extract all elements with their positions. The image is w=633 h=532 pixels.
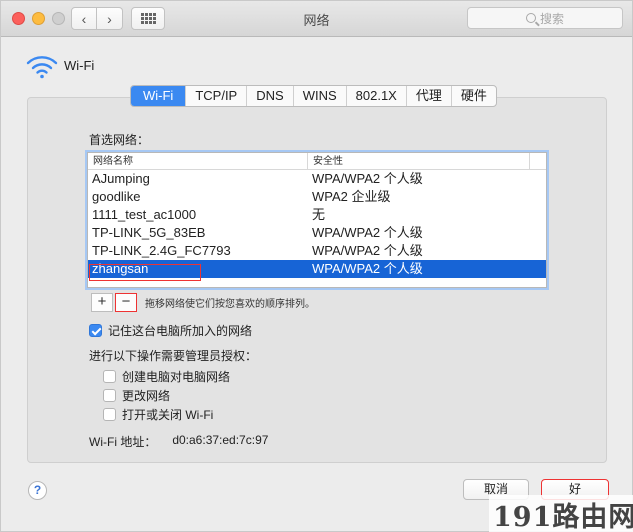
add-network-button[interactable]: +: [91, 293, 113, 312]
admin-option-change-network[interactable]: 更改网络: [103, 387, 170, 404]
table-row[interactable]: AJumping WPA/WPA2 个人级: [88, 170, 546, 188]
table-row[interactable]: TP-LINK_5G_83EB WPA/WPA2 个人级: [88, 224, 546, 242]
network-name-cell: TP-LINK_2.4G_FC7793: [92, 243, 231, 258]
search-icon: [525, 13, 536, 23]
create-network-label: 创建电脑对电脑网络: [122, 370, 231, 384]
search-placeholder: 搜索: [539, 11, 564, 26]
security-cell: WPA/WPA2 个人级: [312, 261, 423, 276]
create-network-checkbox[interactable]: [103, 370, 116, 383]
tab-hardware[interactable]: 硬件: [452, 86, 496, 106]
tab-proxy[interactable]: 代理: [407, 86, 452, 106]
table-row-selected[interactable]: zhangsan WPA/WPA2 个人级: [88, 260, 546, 278]
remember-networks-label: 记住这台电脑所加入的网络: [108, 324, 253, 338]
toggle-wifi-checkbox[interactable]: [103, 408, 116, 421]
tab-tcpip[interactable]: TCP/IP: [186, 86, 248, 106]
column-header-spacer: [530, 153, 546, 170]
tab-dns[interactable]: DNS: [247, 86, 294, 106]
reorder-hint: 拖移网络使它们按您喜欢的顺序排列。: [145, 299, 315, 310]
network-name-cell: TP-LINK_5G_83EB: [92, 225, 206, 240]
remember-networks-checkbox[interactable]: [89, 324, 102, 337]
wifi-address: Wi-Fi 地址： d0:a6:37:ed:7c:97: [89, 433, 268, 450]
tab-wifi[interactable]: Wi-Fi: [131, 86, 187, 106]
security-cell: WPA2 企业级: [312, 189, 391, 204]
table-header: 网络名称 安全性: [88, 153, 546, 170]
title-bar: ‹ › 网络 搜索: [1, 1, 632, 37]
table-row[interactable]: TP-LINK_2.4G_FC7793 WPA/WPA2 个人级: [88, 242, 546, 260]
tab-wins[interactable]: WINS: [294, 86, 347, 106]
help-button[interactable]: ?: [28, 481, 47, 500]
security-cell: WPA/WPA2 个人级: [312, 225, 423, 240]
site-watermark: 191路由网: [489, 495, 633, 532]
admin-option-create-network[interactable]: 创建电脑对电脑网络: [103, 368, 230, 385]
network-preferences-window: ‹ › 网络 搜索 Wi-Fi Wi-Fi TCP/IP DNS WINS 80…: [0, 0, 633, 532]
change-network-label: 更改网络: [122, 389, 171, 403]
network-name-cell: zhangsan: [92, 261, 149, 276]
admin-auth-label: 进行以下操作需要管理员授权：: [89, 349, 258, 363]
toggle-wifi-label: 打开或关闭 Wi-Fi: [122, 408, 214, 422]
search-field[interactable]: 搜索: [467, 7, 623, 29]
admin-option-toggle-wifi[interactable]: 打开或关闭 Wi-Fi: [103, 406, 213, 423]
column-header-network-name[interactable]: 网络名称: [88, 153, 308, 170]
network-name-cell: 1111_test_ac1000: [92, 207, 197, 222]
network-name-cell: goodlike: [92, 189, 141, 204]
network-name-cell: AJumping: [92, 171, 150, 186]
table-row[interactable]: goodlike WPA2 企业级: [88, 188, 546, 206]
tab-8021x[interactable]: 802.1X: [347, 86, 407, 106]
change-network-checkbox[interactable]: [103, 389, 116, 402]
wifi-address-value: d0:a6:37:ed:7c:97: [172, 433, 269, 447]
wifi-icon: [26, 56, 58, 79]
security-cell: WPA/WPA2 个人级: [312, 171, 423, 186]
wifi-address-label: Wi-Fi 地址：: [89, 435, 157, 449]
remember-networks-option[interactable]: 记住这台电脑所加入的网络: [89, 322, 252, 339]
preferred-networks-label: 首选网络：: [89, 133, 150, 147]
tab-bar: Wi-Fi TCP/IP DNS WINS 802.1X 代理 硬件: [130, 85, 497, 107]
remove-network-button[interactable]: −: [115, 293, 137, 312]
security-cell: WPA/WPA2 个人级: [312, 243, 423, 258]
preferred-networks-table[interactable]: 网络名称 安全性 AJumping WPA/WPA2 个人级 goodlike …: [87, 152, 547, 288]
column-header-security[interactable]: 安全性: [308, 153, 530, 170]
table-row[interactable]: 1111_test_ac1000 无: [88, 206, 546, 224]
security-cell: 无: [312, 207, 326, 222]
interface-name: Wi-Fi: [64, 58, 95, 73]
